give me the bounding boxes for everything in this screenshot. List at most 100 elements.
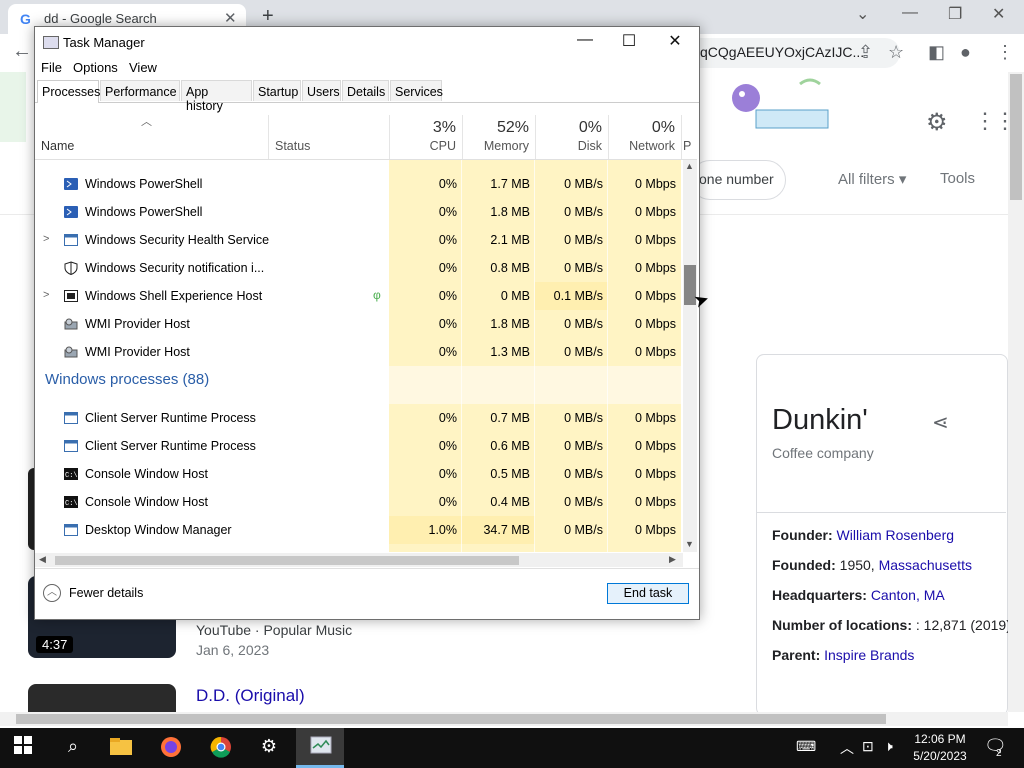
column-memory[interactable]: Memory (462, 139, 529, 153)
video-date: Jan 6, 2023 (196, 642, 270, 658)
table-row[interactable]: Windows PowerShell 0% 1.8 MB 0 MB/s 0 Mb… (35, 198, 681, 226)
menu-file[interactable]: File (41, 60, 62, 75)
page-vertical-scroll-thumb[interactable] (1010, 74, 1022, 200)
list-horizontal-scroll-thumb[interactable] (55, 556, 519, 565)
volume-muted-icon[interactable]: 🕨 (884, 738, 893, 755)
scroll-up-icon[interactable]: ▲ (685, 161, 694, 171)
column-cpu[interactable]: CPU (389, 139, 456, 153)
shell-host-icon (64, 289, 78, 302)
menu-view[interactable]: View (129, 60, 157, 75)
table-row[interactable]: C:\ Console Window Host 0% 0.5 MB 0 MB/s… (35, 460, 681, 488)
settings-gear-icon[interactable]: ⚙ (926, 108, 948, 137)
list-vertical-scrollbar[interactable] (683, 160, 697, 552)
share-icon[interactable]: ⇪ (858, 42, 873, 63)
tab-startup[interactable]: Startup (253, 80, 301, 101)
tab-details[interactable]: Details (342, 80, 389, 101)
end-task-button[interactable]: End task (607, 583, 689, 604)
table-row[interactable]: > Windows Shell Experience Host φ 0% 0 M… (35, 282, 681, 310)
google-doodle[interactable] (716, 76, 836, 136)
minimize-icon[interactable]: — (565, 31, 605, 49)
memory-total[interactable]: 52% (462, 119, 529, 137)
video-title-link[interactable]: D.D. (Original) (196, 686, 305, 706)
table-row[interactable]: Windows PowerShell 0% 1.7 MB 0 MB/s 0 Mb… (35, 170, 681, 198)
network-icon[interactable]: ⊡ (862, 738, 874, 755)
column-network[interactable]: Network (608, 139, 675, 153)
column-power-partial[interactable]: P (683, 139, 695, 153)
file-explorer-icon[interactable] (106, 736, 136, 760)
restore-icon[interactable]: ❐ (948, 4, 962, 24)
disk-total[interactable]: 0% (535, 119, 602, 137)
kp-link-headquarters[interactable]: Canton, MA (871, 587, 945, 603)
tools-button[interactable]: Tools (940, 170, 975, 187)
kp-link-founder[interactable]: William Rosenberg (837, 527, 954, 543)
kp-link-founded[interactable]: Massachusetts (879, 557, 972, 573)
clock-time[interactable]: 12:06 PM (908, 732, 972, 746)
group-header-row[interactable]: Windows processes (88) (35, 366, 681, 404)
expand-chevron-icon[interactable]: > (43, 233, 49, 245)
cpu-cell: 0% (389, 460, 462, 488)
table-row[interactable]: C:\ Console Window Host 0% 0.4 MB 0 MB/s… (35, 488, 681, 516)
process-name: Client Server Runtime Process (85, 439, 256, 453)
tab-app-history[interactable]: App history (181, 80, 252, 113)
clock-date[interactable]: 5/20/2023 (908, 749, 972, 763)
google-favicon-icon: G (20, 11, 31, 27)
video-thumbnail[interactable] (28, 684, 176, 714)
table-row[interactable]: Client Server Runtime Process 0% 0.7 MB … (35, 404, 681, 432)
profile-avatar-icon[interactable]: ● (960, 42, 971, 63)
table-row[interactable]: Client Server Runtime Process 0% 0.6 MB … (35, 432, 681, 460)
chevron-up-icon[interactable]: ︿ (840, 738, 854, 758)
firefox-icon[interactable] (156, 736, 186, 760)
memory-cell: 34.7 MB (462, 516, 535, 544)
keyboard-layout-icon[interactable]: ⌨ (796, 738, 816, 755)
network-total[interactable]: 0% (608, 119, 675, 137)
close-icon[interactable]: ✕ (655, 31, 695, 51)
share-icon[interactable]: ⋖ (932, 410, 949, 435)
scroll-left-icon[interactable]: ◀ (39, 554, 46, 565)
table-row[interactable]: WMI Provider Host 0% 1.3 MB 0 MB/s 0 Mbp… (35, 338, 681, 366)
chevron-down-icon[interactable]: ⌄ (856, 4, 869, 24)
tab-services[interactable]: Services (390, 80, 443, 101)
cpu-total[interactable]: 3% (389, 119, 456, 137)
column-status[interactable]: Status (275, 139, 310, 153)
maximize-icon[interactable]: ☐ (609, 31, 649, 51)
back-arrow-icon[interactable]: ← (12, 40, 32, 63)
settings-gear-icon[interactable]: ⚙ (254, 736, 284, 760)
tab-users[interactable]: Users (302, 80, 341, 101)
scroll-right-icon[interactable]: ▶ (669, 554, 676, 565)
bookmark-star-icon[interactable]: ☆ (888, 42, 904, 63)
all-filters-button[interactable]: All filters ▾ (838, 170, 906, 188)
filter-chip-phone[interactable]: one number (690, 160, 786, 200)
column-name[interactable]: Name (41, 139, 74, 153)
minimize-icon[interactable]: — (902, 4, 918, 22)
table-row[interactable]: WMI Provider Host 0% 1.8 MB 0 MB/s 0 Mbp… (35, 310, 681, 338)
scroll-down-icon[interactable]: ▼ (685, 539, 694, 549)
title-bar[interactable]: Task Manager — ☐ ✕ (35, 27, 699, 57)
kp-link-parent[interactable]: Inspire Brands (824, 647, 914, 663)
close-window-icon[interactable]: ✕ (992, 4, 1005, 24)
table-row[interactable]: Windows Security notification i... 0% 0.… (35, 254, 681, 282)
chevron-up-circle-icon[interactable]: ︿ (43, 584, 61, 602)
search-icon[interactable]: ⌕ (58, 736, 88, 760)
close-tab-icon[interactable]: ✕ (224, 9, 237, 27)
table-row[interactable] (35, 160, 681, 170)
task-manager-icon[interactable] (306, 736, 336, 760)
omnibox-url[interactable]: qCQgAEEUYOxjCAzIJC... (700, 44, 864, 60)
chrome-menu-icon[interactable]: ⋮ (996, 42, 1014, 63)
fewer-details-link[interactable]: Fewer details (69, 586, 143, 600)
tab-processes[interactable]: Processes (37, 80, 100, 103)
network-cell: 0 Mbps (608, 310, 681, 338)
new-tab-button[interactable]: + (262, 5, 274, 28)
tab-strip: Processes Performance App history Startu… (35, 80, 699, 113)
menu-options[interactable]: Options (73, 60, 118, 75)
side-panel-icon[interactable]: ◧ (928, 42, 945, 63)
table-row[interactable]: Desktop Window Manager 1.0% 34.7 MB 0 MB… (35, 516, 681, 544)
table-row[interactable]: > Windows Security Health Service 0% 2.1… (35, 226, 681, 254)
chrome-icon[interactable] (206, 736, 236, 760)
column-disk[interactable]: Disk (535, 139, 602, 153)
page-left-graphic (0, 72, 26, 142)
tab-performance[interactable]: Performance (100, 80, 180, 101)
table-row[interactable] (35, 544, 681, 552)
page-horizontal-scroll-thumb[interactable] (16, 714, 886, 724)
windows-start-icon[interactable] (8, 736, 38, 760)
expand-chevron-icon[interactable]: > (43, 289, 49, 301)
